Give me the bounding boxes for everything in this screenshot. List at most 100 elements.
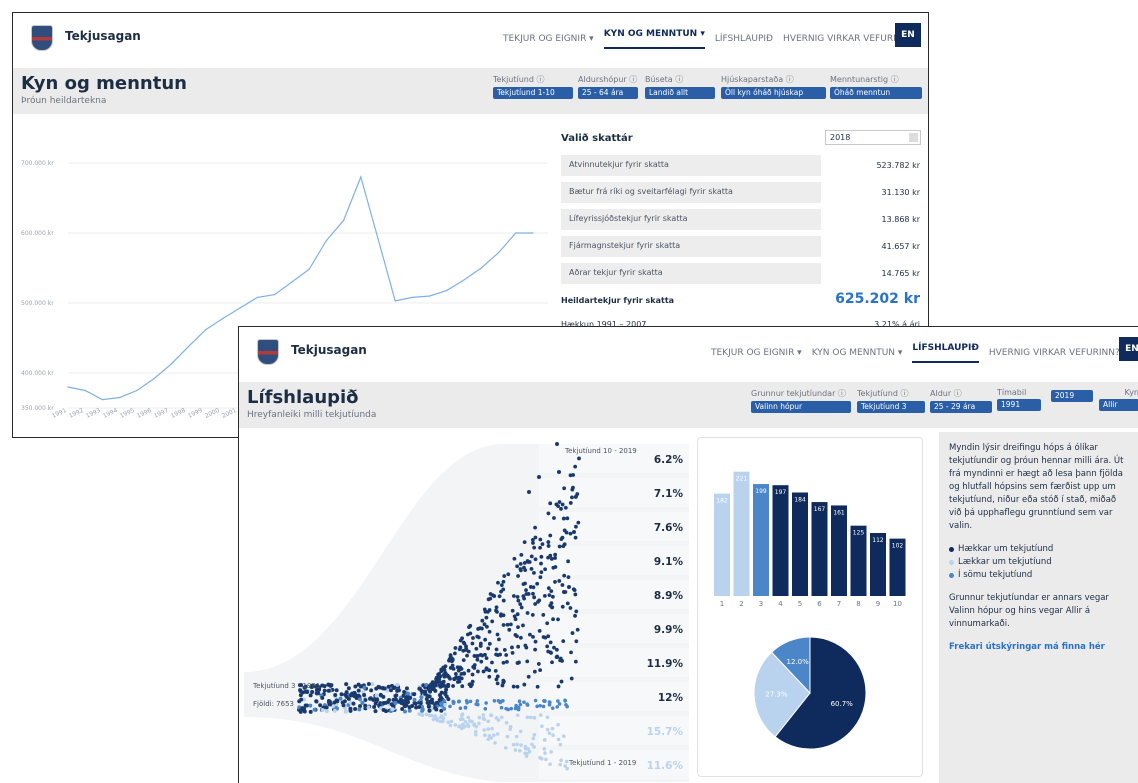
person-dot [353,684,358,689]
language-en-button[interactable]: EN [895,23,921,47]
person-dot [448,666,453,670]
flow-scatter-area: 6.2% 7.1% 7.6% 9.1% 8.9% 9.9% 11.9% 12% 15.7% 11.… [239,432,694,783]
person-dot [562,734,566,738]
nav-kyn-og-menntun[interactable]: KYN OG MENNTUN ▾ [603,29,705,49]
person-dot [405,691,410,696]
logo-crest-icon[interactable] [27,23,57,53]
person-dot [547,731,552,736]
person-dot [372,705,377,710]
page-header: Kyn og menntun Þróun heildartekna Tekjut… [13,68,928,114]
y-tick-label: 500.000 kr [21,300,54,307]
filter-kyn-select[interactable]: Allir [1099,399,1138,411]
person-dot [389,683,394,688]
x-tick-label: 1999 [187,407,204,420]
top-navigation-bar: Tekjusagan TEKJUR OG EIGNIR ▾ KYN OG MEN… [13,13,928,63]
year-select[interactable]: 2018 [825,130,921,145]
filter-aldurshopur-select[interactable]: 25 - 64 ára [578,87,638,99]
person-dot [449,719,454,724]
person-dot [548,650,553,655]
person-dot [562,486,567,491]
nav-tekjur-og-eignir[interactable]: TEKJUR OG EIGNIR ▾ [711,348,802,358]
person-dot [446,720,450,724]
person-dot [538,713,543,717]
filter-aldur-select[interactable]: 25 - 29 ára [930,401,992,413]
pie-slice-label: 12.0% [787,658,810,666]
nav-lifshlaupid[interactable]: LÍFSHLAUPIÐ [715,34,773,44]
person-dot [374,699,379,704]
filter-buseta-select[interactable]: Landið allt [645,87,715,99]
person-dot [562,573,567,578]
person-dot [412,697,417,702]
person-dot [560,502,565,507]
person-dot [353,692,358,697]
person-dot [542,699,547,704]
filter-timabil-fra-select[interactable]: 1991 [997,399,1041,411]
nav-lifshlaupid[interactable]: LÍFSHLAUPIÐ [912,343,979,363]
person-dot [460,636,464,641]
person-dot [549,750,553,754]
person-dot [324,709,329,714]
person-dot [521,594,526,599]
filter-grunnur-select[interactable]: Valinn hópur [751,401,851,413]
person-dot [565,766,570,771]
person-dot [553,556,557,560]
person-dot [477,715,482,720]
person-dot [348,708,353,713]
person-dot [527,749,532,754]
person-dot [458,665,463,670]
person-dot [550,706,555,711]
person-dot [395,682,400,687]
bar-category-label: 6 [817,600,822,608]
person-dot [571,587,576,592]
person-dot [562,528,567,533]
start-decile-label: Tekjutíund 3 - 1991 [253,682,321,690]
filter-timabil-til-select[interactable]: 2019 [1051,390,1093,402]
filter-label: Aldurshópur ⓘ [578,75,638,84]
nav-kyn-og-menntun[interactable]: KYN OG MENNTUN ▾ [812,348,903,358]
filter-menntunarstig-select[interactable]: Óháð menntun [830,87,922,99]
person-dot [442,702,447,707]
page-subtitle: Þróun heildartekna [21,96,107,106]
person-dot [574,524,578,529]
person-dot [482,622,487,627]
person-dot [558,762,563,767]
person-dot [333,693,338,698]
person-dot [546,540,551,544]
data-point [291,281,293,283]
person-dot [540,542,545,547]
person-dot [457,647,462,652]
person-dot [478,641,483,646]
x-tick-label: 1994 [102,407,119,420]
person-dot [492,594,497,598]
person-dot [463,706,468,710]
x-tick-label: 1997 [153,407,170,420]
person-dot [559,758,563,763]
person-dot [340,700,345,705]
person-dot [308,703,313,708]
brand-name[interactable]: Tekjusagan [291,343,367,357]
person-dot [532,669,537,674]
person-dot [546,586,551,591]
person-dot [495,632,500,637]
person-dot [570,487,575,492]
logo-crest-icon[interactable] [253,337,283,367]
person-dot [461,723,466,728]
income-row: Atvinnutekjur fyrir skatta [561,155,821,176]
filter-tekjutiund-select[interactable]: Tekjutíund 1-10 [493,87,573,99]
summary-chart-panel: 182 1 221 2 199 3 197 4 184 5 167 6 161 7 125 8 112 9 102 1… [697,437,923,777]
nav-tekjur-og-eignir[interactable]: TEKJUR OG EIGNIR ▾ [503,34,594,44]
brand-name[interactable]: Tekjusagan [65,29,141,43]
person-dot [394,693,399,698]
page-header: Lífshlaupið Hreyfanleiki milli tekjutíun… [239,382,1138,428]
y-tick-label: 700.000 kr [21,160,54,167]
person-dot [468,699,473,704]
bar [753,484,769,596]
filter-hjuskaparstada-select[interactable]: Öll kyn óháð hjúskap [721,87,826,99]
more-info-link[interactable]: Frekari útskýringar má finna hér [949,641,1129,654]
person-dot [443,712,447,717]
nav-hvernig-virkar[interactable]: HVERNIG VIRKAR VEFURINN? ▾ [989,348,1127,358]
language-en-button[interactable]: EN [1119,337,1138,361]
person-dot [324,705,329,710]
filter-tekjutiund-select[interactable]: Tekjutíund 3 [857,401,925,413]
data-point [136,389,138,392]
